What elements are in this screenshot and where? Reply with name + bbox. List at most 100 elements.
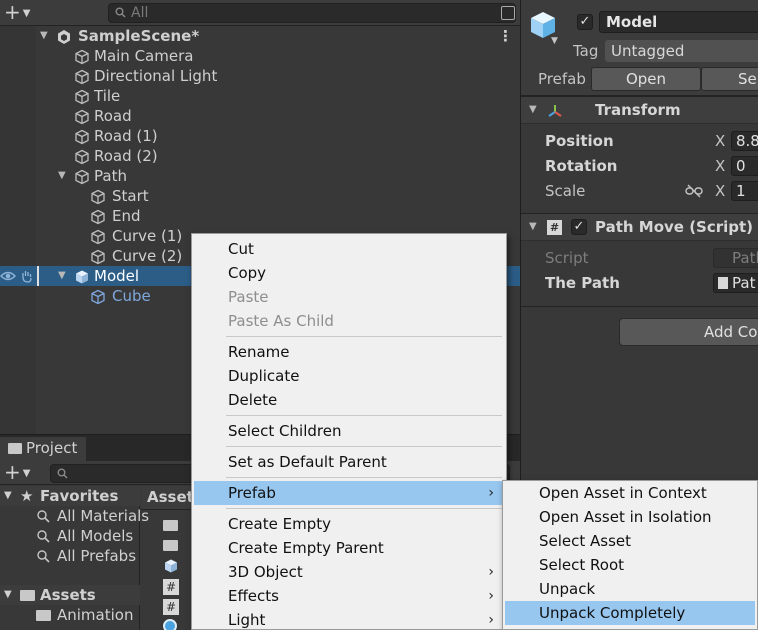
hierarchy-item-directional-light[interactable]: Directional Light bbox=[0, 66, 520, 86]
hierarchy-item-start[interactable]: Start bbox=[0, 186, 520, 206]
menu-label: Create Empty bbox=[228, 515, 331, 533]
item-label: Main Camera bbox=[94, 47, 194, 65]
path-move-header[interactable]: ▼ # ✓ Path Move (Script) bbox=[521, 213, 758, 241]
favorite-item[interactable]: All Materials bbox=[0, 506, 149, 526]
axis-x-label[interactable]: X bbox=[715, 130, 725, 152]
pickable-hand-icon[interactable] bbox=[20, 269, 34, 283]
prefab-select-button[interactable]: Se bbox=[701, 67, 758, 91]
asset-folder-item[interactable]: Animation bbox=[0, 605, 140, 625]
scale-x-field[interactable]: 1 bbox=[731, 181, 758, 201]
star-icon: ★ bbox=[20, 487, 34, 505]
expand-arrow-icon[interactable]: ▼ bbox=[4, 486, 12, 506]
menu-item-3d-object[interactable]: 3D Object › bbox=[194, 560, 504, 584]
add-component-button[interactable]: Add Co bbox=[619, 318, 758, 346]
menu-item-effects[interactable]: Effects › bbox=[194, 584, 504, 608]
menu-label: Paste As Child bbox=[228, 312, 334, 330]
menu-item-create-empty[interactable]: Create Empty bbox=[194, 512, 504, 536]
gameobject-icon bbox=[75, 129, 89, 145]
component-title: Path Move (Script) bbox=[595, 218, 754, 236]
visibility-eye-icon[interactable] bbox=[0, 269, 16, 283]
the-path-field[interactable]: Pat bbox=[713, 273, 758, 293]
create-dropdown-button[interactable]: + ▼ bbox=[4, 462, 30, 484]
hierarchy-item-path[interactable]: ▼ Path bbox=[0, 166, 520, 186]
menu-item-paste-as-child[interactable]: Paste As Child bbox=[194, 309, 504, 333]
tag-dropdown[interactable]: Untagged bbox=[605, 40, 758, 62]
material-icon[interactable] bbox=[163, 619, 177, 630]
script-row: Script Path bbox=[521, 247, 758, 269]
menu-item-select-children[interactable]: Select Children bbox=[194, 419, 504, 443]
object-name-field[interactable]: Model bbox=[599, 11, 758, 33]
expand-arrow-icon[interactable]: ▼ bbox=[40, 26, 48, 46]
menu-label: Duplicate bbox=[228, 367, 300, 385]
menu-label: Set as Default Parent bbox=[228, 453, 387, 471]
prefab-open-button[interactable]: Open bbox=[591, 67, 701, 91]
component-enabled-checkbox[interactable]: ✓ bbox=[571, 219, 587, 235]
transform-header[interactable]: ▼ Transform bbox=[521, 96, 758, 124]
link-icon[interactable] bbox=[685, 184, 703, 198]
hierarchy-item-main-camera[interactable]: Main Camera bbox=[0, 46, 520, 66]
menu-label: Copy bbox=[228, 264, 267, 282]
scene-row[interactable]: ▼ SampleScene* ⋮ bbox=[0, 26, 520, 46]
menu-separator bbox=[226, 446, 502, 447]
prefab-submenu: Open Asset in Context Open Asset in Isol… bbox=[502, 480, 758, 630]
chevron-down-icon[interactable]: ▼ bbox=[551, 36, 558, 46]
position-x-field[interactable]: 8.8 bbox=[731, 131, 758, 151]
menu-label: Select Children bbox=[228, 422, 342, 440]
submenu-item-unpack[interactable]: Unpack bbox=[505, 577, 755, 601]
expand-arrow-icon[interactable]: ▼ bbox=[58, 166, 66, 186]
menu-label: Open Asset in Isolation bbox=[539, 508, 712, 526]
rotation-label: Rotation bbox=[545, 157, 618, 175]
hierarchy-item-road-1[interactable]: Road (1) bbox=[0, 126, 520, 146]
expand-arrow-icon[interactable]: ▼ bbox=[58, 266, 66, 286]
divider bbox=[521, 306, 758, 307]
submenu-item-open-asset-in-isolation[interactable]: Open Asset in Isolation bbox=[505, 505, 755, 529]
kebab-menu-icon[interactable]: ⋮ bbox=[498, 26, 513, 46]
hierarchy-item-tile[interactable]: Tile bbox=[0, 86, 520, 106]
expand-arrow-icon[interactable]: ▼ bbox=[4, 585, 12, 605]
favorites-header[interactable]: ▼ ★ Favorites bbox=[0, 486, 140, 506]
assets-header[interactable]: ▼ Assets bbox=[0, 585, 140, 605]
menu-item-duplicate[interactable]: Duplicate bbox=[194, 364, 504, 388]
hierarchy-item-road[interactable]: Road bbox=[0, 106, 520, 126]
hierarchy-item-road-2[interactable]: Road (2) bbox=[0, 146, 520, 166]
submenu-item-select-root[interactable]: Select Root bbox=[505, 553, 755, 577]
expand-arrow-icon[interactable]: ▼ bbox=[529, 97, 537, 123]
folder-icon[interactable] bbox=[163, 540, 178, 551]
axis-x-label[interactable]: X bbox=[715, 180, 725, 202]
rotation-x-field[interactable]: 0 bbox=[731, 156, 758, 176]
script-icon[interactable]: # bbox=[163, 599, 179, 615]
scene-search-icon[interactable] bbox=[501, 6, 515, 20]
prefab-icon[interactable] bbox=[163, 558, 179, 574]
menu-separator bbox=[226, 415, 502, 416]
folder-icon[interactable] bbox=[163, 520, 178, 531]
active-checkbox[interactable]: ✓ bbox=[577, 14, 593, 30]
script-icon: # bbox=[547, 220, 562, 235]
menu-item-cut[interactable]: Cut bbox=[194, 237, 504, 261]
favorite-item[interactable]: All Models bbox=[0, 526, 140, 546]
gameobject-icon bbox=[91, 249, 105, 265]
menu-item-light[interactable]: Light › bbox=[194, 608, 504, 630]
menu-item-create-empty-parent[interactable]: Create Empty Parent bbox=[194, 536, 504, 560]
submenu-item-open-asset-in-context[interactable]: Open Asset in Context bbox=[505, 481, 755, 505]
submenu-item-unpack-completely[interactable]: Unpack Completely bbox=[505, 601, 755, 625]
hierarchy-item-end[interactable]: End bbox=[0, 206, 520, 226]
menu-item-rename[interactable]: Rename bbox=[194, 340, 504, 364]
menu-item-delete[interactable]: Delete bbox=[194, 388, 504, 412]
menu-item-copy[interactable]: Copy bbox=[194, 261, 504, 285]
gameobject-icon bbox=[75, 169, 89, 185]
tab-project[interactable]: Project bbox=[0, 437, 86, 461]
item-label: Directional Light bbox=[94, 67, 218, 85]
create-dropdown-button[interactable]: + ▼ bbox=[4, 2, 40, 24]
hierarchy-search-input[interactable]: All bbox=[108, 3, 516, 23]
item-label: Curve (2) bbox=[112, 247, 183, 265]
menu-item-set-default-parent[interactable]: Set as Default Parent bbox=[194, 450, 504, 474]
menu-item-prefab[interactable]: Prefab › bbox=[194, 481, 504, 505]
expand-arrow-icon[interactable]: ▼ bbox=[529, 214, 537, 240]
favorite-item[interactable]: All Prefabs bbox=[0, 546, 140, 566]
search-icon bbox=[37, 530, 50, 543]
chevron-right-icon: › bbox=[488, 588, 494, 604]
script-icon[interactable]: # bbox=[163, 579, 179, 595]
axis-x-label[interactable]: X bbox=[715, 155, 725, 177]
menu-item-paste[interactable]: Paste bbox=[194, 285, 504, 309]
submenu-item-select-asset[interactable]: Select Asset bbox=[505, 529, 755, 553]
